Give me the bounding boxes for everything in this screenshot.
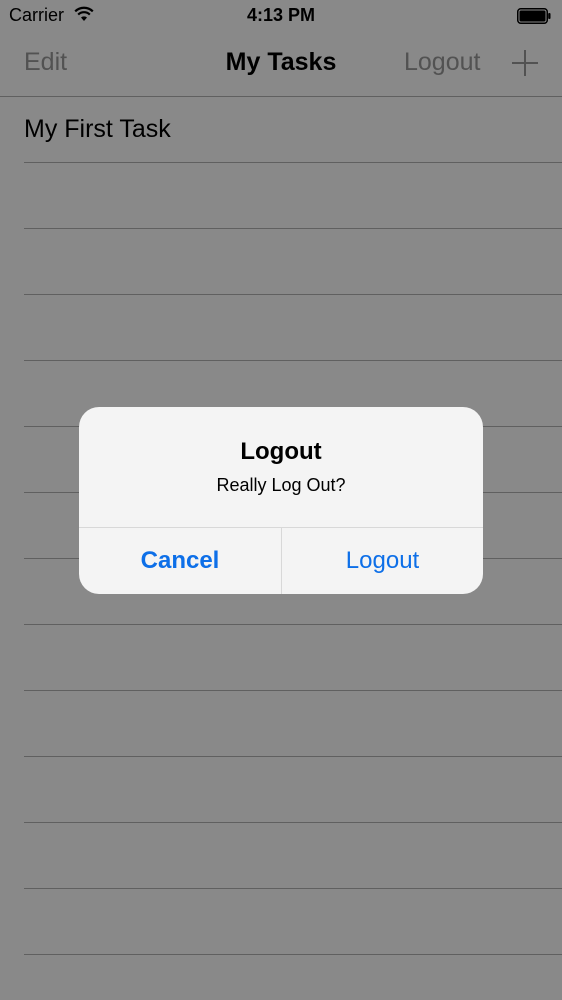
alert-message: Really Log Out?: [216, 475, 346, 495]
logout-alert-dialog: Logout Really Log Out? Cancel Logout: [79, 407, 483, 594]
confirm-logout-button[interactable]: Logout: [282, 528, 483, 594]
alert-title: Logout: [240, 438, 322, 465]
screen: Carrier 4:13 PM Edit My Tasks Logout My …: [0, 0, 562, 1000]
cancel-button[interactable]: Cancel: [79, 528, 281, 594]
